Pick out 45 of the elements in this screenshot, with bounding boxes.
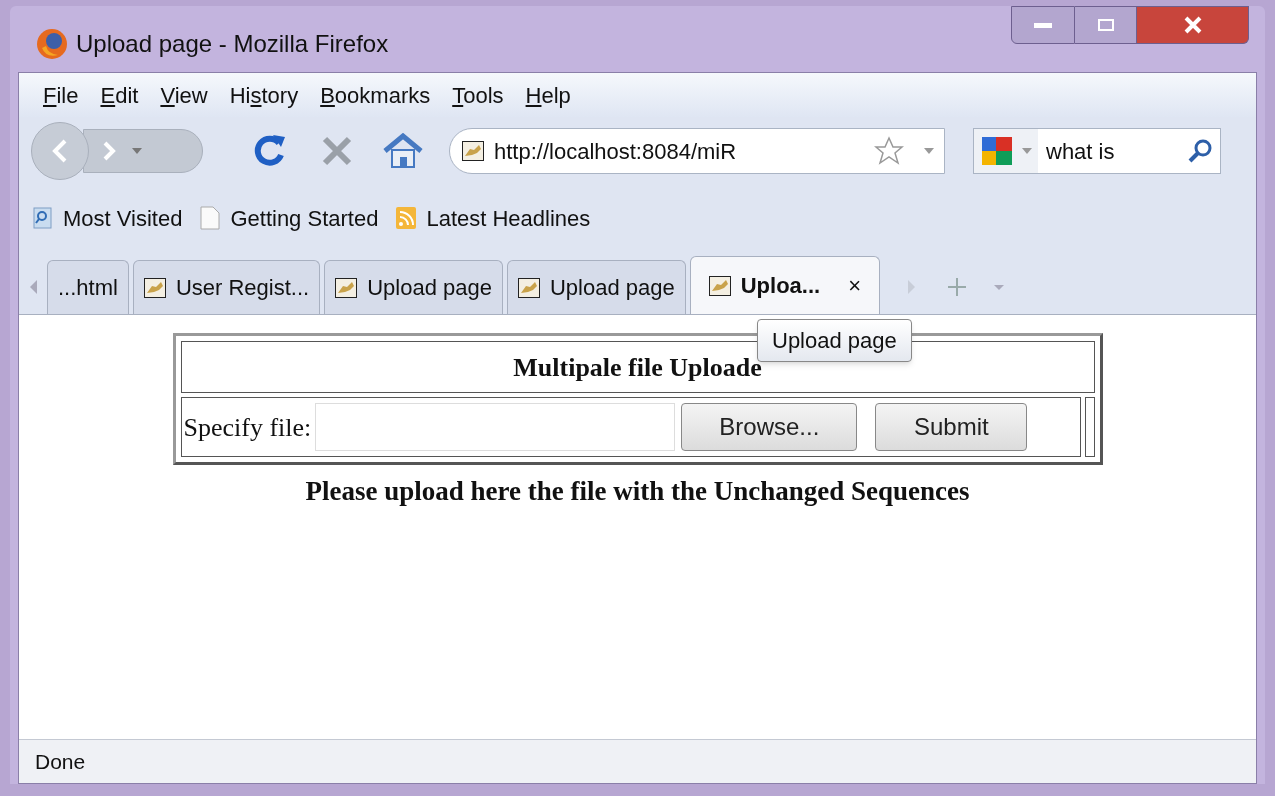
search-page-icon (33, 207, 53, 229)
page-icon (200, 206, 221, 230)
close-button[interactable] (1137, 6, 1249, 44)
close-icon (1182, 16, 1203, 34)
minimize-button[interactable] (1011, 6, 1075, 44)
search-icon[interactable] (1186, 137, 1214, 165)
browse-button[interactable]: Browse... (681, 403, 858, 451)
table-cell (1084, 397, 1095, 457)
address-bar[interactable]: http://localhost:8084/miR (449, 128, 945, 174)
bookmark-item[interactable]: Most Visited (33, 201, 183, 235)
submit-button[interactable]: Submit (875, 403, 1028, 451)
menu-item[interactable]: Help (525, 78, 571, 112)
dropdown-icon[interactable] (1022, 148, 1032, 154)
feed-icon (396, 207, 417, 229)
bookmark-item[interactable]: Latest Headlines (396, 201, 591, 235)
menu-item[interactable]: Bookmarks (320, 78, 431, 112)
menu-item[interactable]: View (160, 78, 208, 112)
search-engine-button[interactable] (974, 129, 1038, 173)
tab[interactable]: Uploa... × (689, 256, 881, 314)
instruction-text: Please upload here the file with the Unchanged Sequences (305, 475, 970, 508)
status-text: Done (35, 748, 86, 775)
tooltip: Upload page (757, 319, 912, 362)
star-icon[interactable] (874, 136, 904, 166)
menu-item[interactable]: Tools (452, 78, 504, 112)
dropdown-icon[interactable] (924, 148, 934, 154)
firefox-logo-icon (36, 28, 68, 60)
cat-favicon-icon (462, 141, 484, 161)
menu-item[interactable]: History (229, 78, 299, 112)
tab[interactable]: User Regist... (132, 260, 321, 314)
maximize-button[interactable] (1075, 6, 1137, 44)
chevron-right-icon (102, 141, 116, 161)
file-input-field[interactable] (315, 403, 676, 451)
tab[interactable]: ...html (47, 260, 129, 314)
tab[interactable]: Upload page (324, 260, 503, 314)
menu-item[interactable]: Edit (100, 78, 139, 112)
tab[interactable]: Upload page (506, 260, 686, 314)
window-title: Upload page - Mozilla Firefox (76, 29, 389, 59)
search-field[interactable]: what is (973, 128, 1221, 174)
menu-item[interactable]: File (43, 78, 79, 112)
home-icon[interactable] (383, 133, 423, 169)
forward-button[interactable] (83, 129, 203, 173)
bookmark-item[interactable]: Getting Started (200, 201, 379, 235)
tab-close-button[interactable]: × (848, 269, 862, 302)
field-label: Specify file: (183, 411, 312, 444)
dropdown-icon[interactable] (132, 148, 142, 154)
